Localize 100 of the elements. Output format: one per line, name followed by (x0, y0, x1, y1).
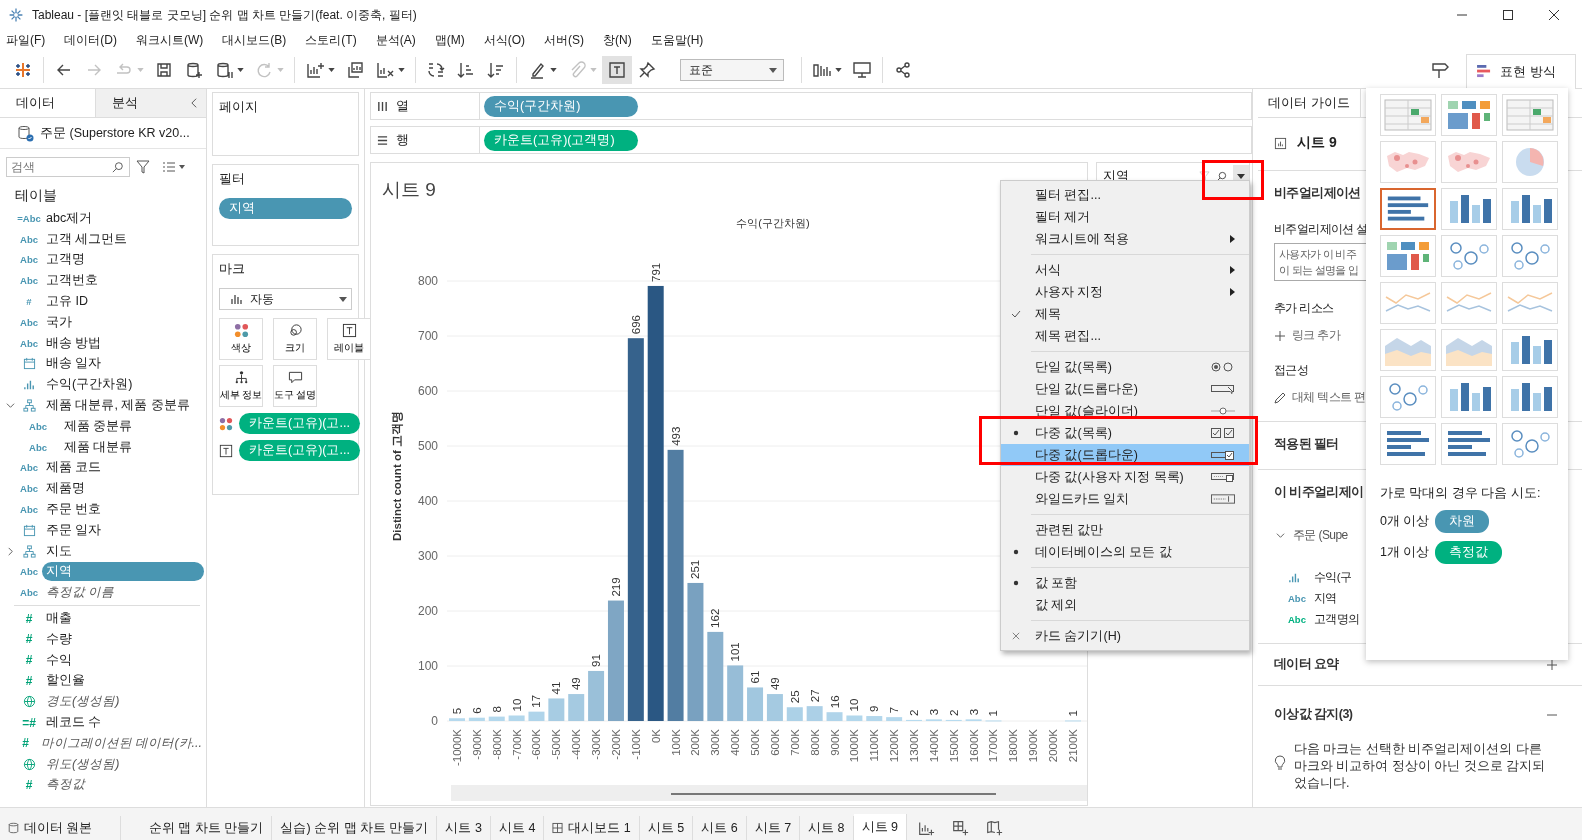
field-item[interactable]: 국가 (42, 312, 76, 332)
mark-type-dropdown[interactable]: 자동 (219, 288, 352, 310)
bar[interactable] (667, 449, 684, 721)
menu-item[interactable]: 대시보드(B) (222, 31, 298, 49)
add-link[interactable]: 링크 추가 (1292, 328, 1341, 343)
menu-item[interactable]: 다중 값(목록) (1001, 422, 1249, 444)
field-item[interactable]: 고유 ID (42, 292, 92, 312)
menu-item[interactable]: 필터 제거 (1001, 206, 1249, 228)
mark-property-button[interactable]: 도구 설명 (273, 365, 317, 407)
menu-item[interactable]: 데이터(D) (64, 31, 128, 49)
field-item[interactable]: 마이그레이션된 데이터(카... (36, 733, 206, 753)
field-item[interactable]: 매출 (42, 609, 76, 629)
field-item[interactable]: 수익 (42, 650, 76, 670)
expand-icon[interactable] (1546, 658, 1558, 671)
expander-icon[interactable] (5, 401, 15, 411)
mark-property-button[interactable]: 레이블 (327, 318, 371, 360)
collapse-icon[interactable] (191, 97, 198, 109)
field-item[interactable]: 고객 세그먼트 (42, 229, 132, 249)
menu-item[interactable]: 제목 (1001, 303, 1249, 325)
sheet-tab[interactable]: 시트 7 (746, 816, 801, 840)
field-item[interactable]: 배송 방법 (42, 333, 106, 353)
menu-item[interactable]: 도움말(H) (650, 31, 715, 49)
new-story-icon[interactable] (985, 819, 1003, 837)
toolbar-button[interactable] (602, 56, 632, 84)
alt-text-link[interactable]: 대체 텍스트 편 (1292, 390, 1366, 405)
menu-item[interactable]: 맵(M) (434, 31, 476, 49)
chevron-down-icon[interactable] (1276, 531, 1285, 540)
bar[interactable] (607, 600, 624, 721)
field-item[interactable]: 주문 일자 (42, 520, 106, 540)
list-view-icon[interactable] (160, 161, 188, 173)
bar[interactable] (647, 285, 664, 721)
mark-property-button[interactable]: 세부 정보 (219, 365, 263, 407)
pane-tab[interactable]: 데이터 (0, 89, 97, 117)
menu-item[interactable]: 사용자 지정 (1001, 281, 1249, 303)
menu-item[interactable]: 서버(S) (544, 31, 595, 49)
scrollbar[interactable] (451, 785, 1087, 801)
chart-type-button[interactable] (1380, 188, 1436, 230)
search-field[interactable]: 검색 (6, 157, 130, 177)
field-item[interactable]: 수익(구간차원) (42, 375, 137, 395)
menu-item[interactable]: 단일 값(드롭다운) (1001, 378, 1249, 400)
field-item[interactable]: 제품 코드 (42, 458, 106, 478)
menu-item[interactable]: 단일 값(슬라이더) (1001, 400, 1249, 422)
menu-item[interactable]: 분석(A) (375, 31, 427, 49)
menu-item[interactable]: 단일 값(목록) (1001, 356, 1249, 378)
search-icon[interactable] (1216, 170, 1227, 182)
sheet-tab[interactable]: 대시보드 1 (544, 816, 640, 840)
mark-property-button[interactable]: 색상 (219, 318, 263, 360)
menu-item[interactable]: 제목 편집... (1001, 325, 1249, 347)
sheet-tab[interactable]: 시트 4 (490, 816, 545, 840)
field-item[interactable]: 레코드 수 (42, 713, 106, 732)
field-item[interactable]: 제품명 (42, 479, 89, 499)
field-item[interactable]: abc제거 (42, 208, 97, 228)
field-item[interactable]: 할인율 (42, 671, 89, 691)
menu-item[interactable]: 파일(F) (6, 31, 57, 49)
field-item[interactable]: 주문 번호 (42, 500, 106, 520)
menu-item[interactable]: 값 제외 (1001, 594, 1249, 616)
field-item[interactable]: 배송 일자 (42, 354, 106, 374)
field-item[interactable]: 지도 (42, 541, 76, 561)
show-me-tab[interactable]: 표현 방식 (1466, 53, 1576, 89)
signpost-icon[interactable] (1430, 60, 1450, 80)
menu-item[interactable]: 스토리(T) (305, 31, 368, 49)
menu-item[interactable]: 워크시트에 적용 (1001, 228, 1249, 250)
menu-item[interactable]: 다중 값(사용자 지정 목록) (1001, 466, 1249, 488)
mark-property-button[interactable]: 크기 (273, 318, 317, 360)
pane-tab[interactable]: 분석 (96, 89, 192, 117)
menu-item[interactable]: 카드 숨기기(H) (1001, 625, 1249, 647)
menu-item[interactable]: 관련된 값만 (1001, 519, 1249, 541)
maximize-icon[interactable] (1502, 9, 1514, 21)
sheet-tab[interactable]: 시트 3 (437, 816, 491, 840)
menu-item[interactable]: 값 포함 (1001, 572, 1249, 594)
menu-item[interactable]: 서식 (1001, 259, 1249, 281)
menu-item[interactable]: 워크시트(W) (136, 31, 215, 49)
field-item[interactable]: 경도(생성됨) (42, 692, 124, 712)
field-item[interactable]: 측정값 (42, 775, 89, 795)
data-source-name[interactable]: 주문 (Superstore KR v20... (40, 124, 190, 142)
menu-item[interactable]: 데이터베이스의 모든 값 (1001, 541, 1249, 563)
menu-item[interactable]: 필터 편집... (1001, 184, 1249, 206)
menu-item[interactable]: 창(N) (603, 31, 643, 49)
sheet-tab[interactable]: 시트 9 (853, 814, 907, 840)
sheet-tab[interactable]: 시트 5 (639, 816, 694, 840)
field-item[interactable]: 제품 대분류 (60, 437, 137, 457)
field-item[interactable]: 고객번호 (42, 271, 102, 291)
fit-dropdown[interactable]: 표준 (680, 59, 784, 81)
sheet-tab[interactable]: 시트 8 (800, 816, 854, 840)
expander-icon[interactable] (5, 546, 15, 556)
field-item[interactable]: 고객명 (42, 250, 89, 270)
bar[interactable] (627, 338, 644, 721)
menu-item[interactable]: 서식(O) (483, 31, 536, 49)
field-item[interactable]: 수량 (42, 629, 76, 649)
field-item[interactable]: 제품 중분류 (60, 416, 137, 436)
sheet-tab[interactable]: 데이터 원본 (0, 816, 121, 840)
menu-item[interactable]: 와일드카드 일치 (1001, 488, 1249, 510)
new-dashboard-icon[interactable] (951, 819, 969, 837)
field-item[interactable]: 제품 대분류, 제품 중분류 (42, 396, 194, 416)
sheet-tab[interactable]: 시트 6 (693, 816, 747, 840)
close-icon[interactable] (1548, 9, 1560, 21)
filter-icon[interactable] (136, 160, 150, 174)
sheet-tab[interactable]: 실습) 순위 맵 차트 만들기 (272, 816, 438, 840)
field-item[interactable]: 측정값 이름 (42, 583, 119, 603)
field-item[interactable]: 위도(생성됨) (42, 754, 124, 774)
